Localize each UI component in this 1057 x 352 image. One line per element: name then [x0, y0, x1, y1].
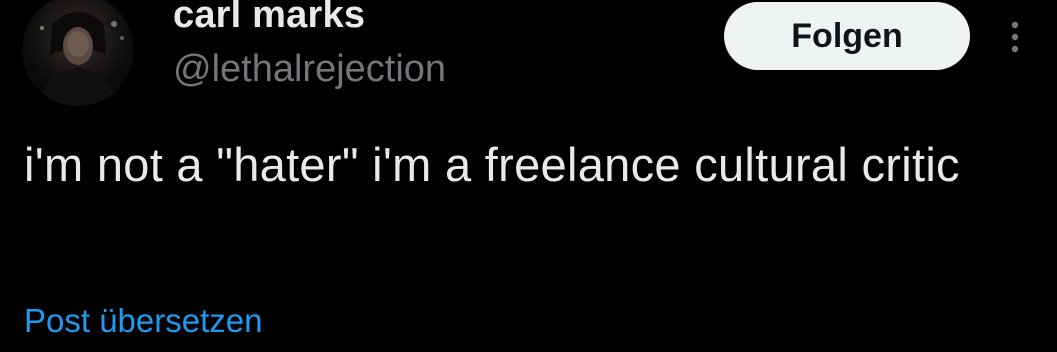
follow-button[interactable]: Folgen	[724, 2, 970, 70]
tweet-text: i'm not a "hater" i'm a freelance cultur…	[24, 138, 960, 191]
user-handle[interactable]: @lethalrejection	[173, 48, 446, 91]
translate-post-link[interactable]: Post übersetzen	[24, 302, 262, 340]
more-options-button[interactable]	[1000, 12, 1030, 62]
more-vertical-icon	[1011, 21, 1019, 53]
avatar[interactable]	[22, 0, 134, 106]
display-name[interactable]: carl marks	[173, 0, 365, 37]
avatar-photo	[40, 12, 124, 106]
